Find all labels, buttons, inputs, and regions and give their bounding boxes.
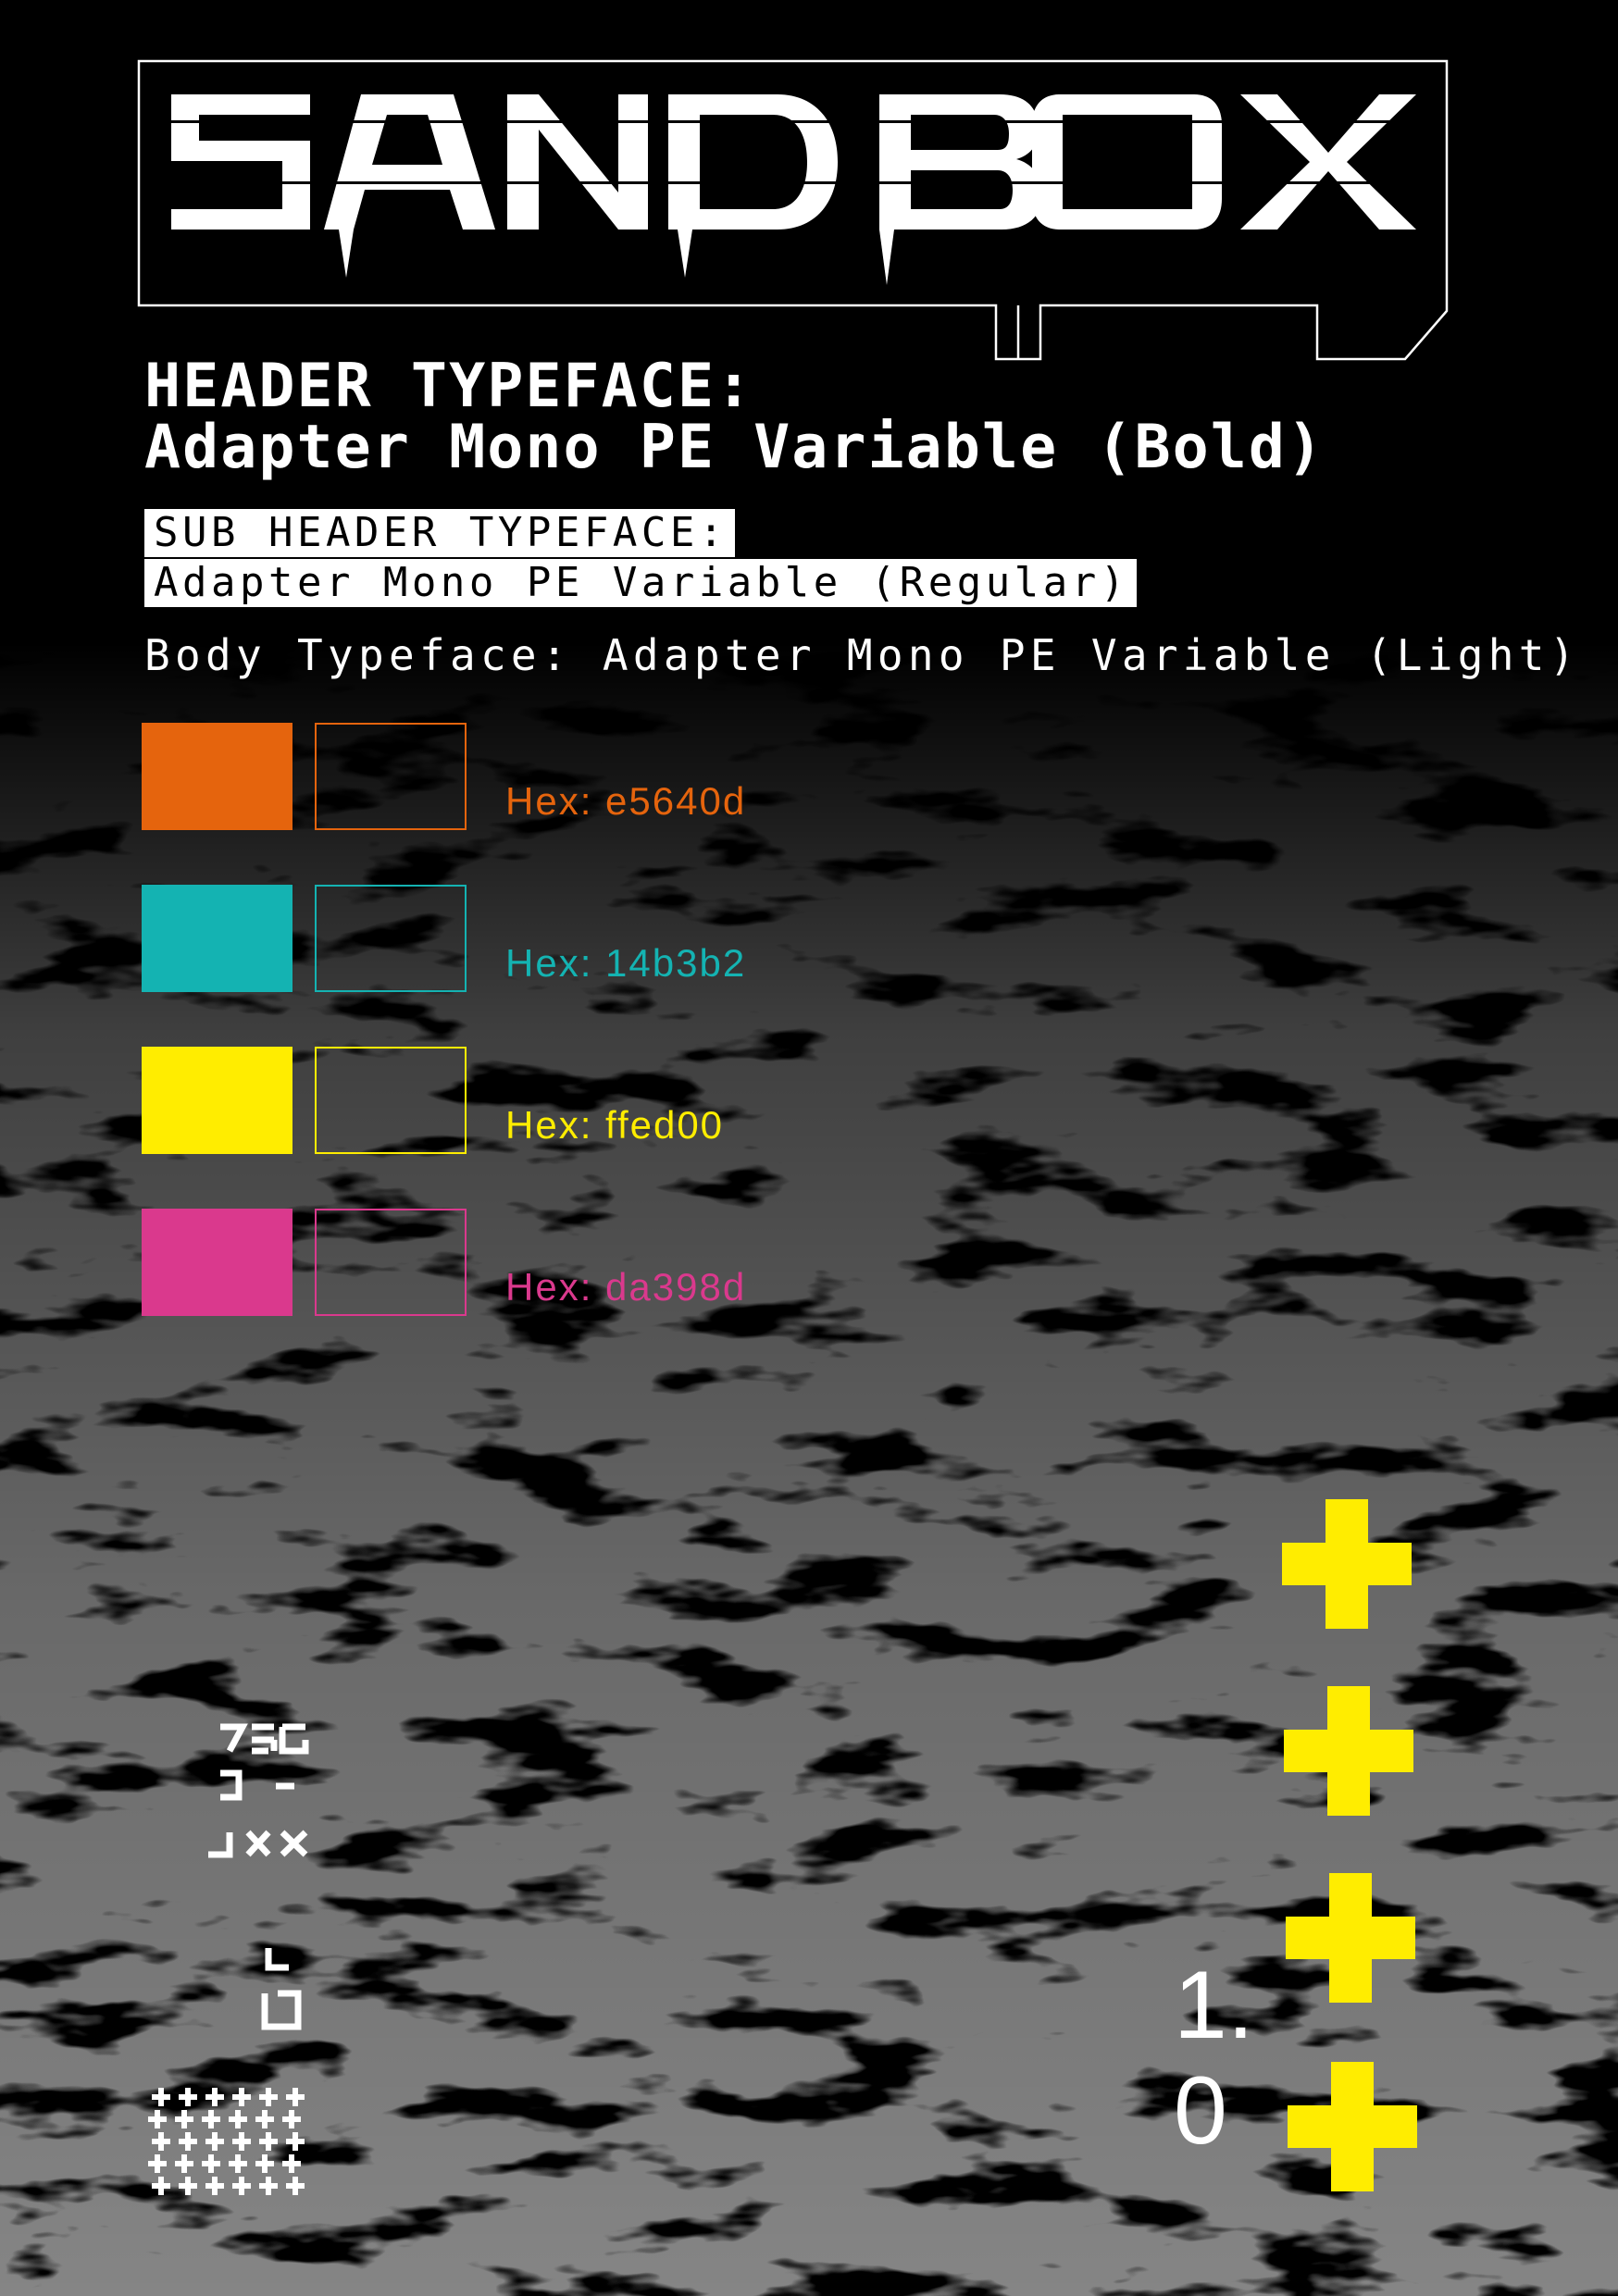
sub-header-typeface-value: Adapter Mono PE Variable (Regular) (144, 559, 1137, 607)
header-typeface-value: Adapter Mono PE Variable (Bold) (144, 413, 1326, 482)
swatch-fill (142, 1047, 292, 1154)
swatch-hex-label: Hex: e5640d (505, 779, 747, 823)
swatch-hex-label: Hex: 14b3b2 (505, 941, 747, 985)
sandbox-wordmark (171, 94, 1416, 285)
swatch-outline (315, 1047, 467, 1154)
swatch-fill (142, 723, 292, 830)
version-line-2: 0 (1174, 2057, 1227, 2165)
swatch-hex-label: Hex: ffed00 (505, 1103, 725, 1147)
palette-swatch-row: Hex: ffed00 (142, 1047, 845, 1154)
header-typeface-label: HEADER TYPEFACE: (144, 352, 754, 421)
swatch-outline (315, 723, 467, 830)
body-typeface-line: Body Typeface: Adapter Mono PE Variable … (144, 630, 1580, 680)
sub-header-typeface-label: SUB HEADER TYPEFACE: (144, 509, 735, 557)
version-number: 1. 0 (1174, 1953, 1276, 2164)
swatch-outline (315, 885, 467, 992)
palette-swatch-row: Hex: 14b3b2 (142, 885, 845, 992)
swatch-hex-label: Hex: da398d (505, 1265, 747, 1309)
sandbox-logo (137, 59, 1449, 361)
palette-swatch-row: Hex: e5640d (142, 723, 845, 830)
swatch-fill (142, 885, 292, 992)
palette-swatch-row: Hex: da398d (142, 1209, 845, 1316)
swatch-outline (315, 1209, 467, 1316)
swatch-fill (142, 1209, 292, 1316)
version-line-1: 1. (1174, 1952, 1254, 2059)
